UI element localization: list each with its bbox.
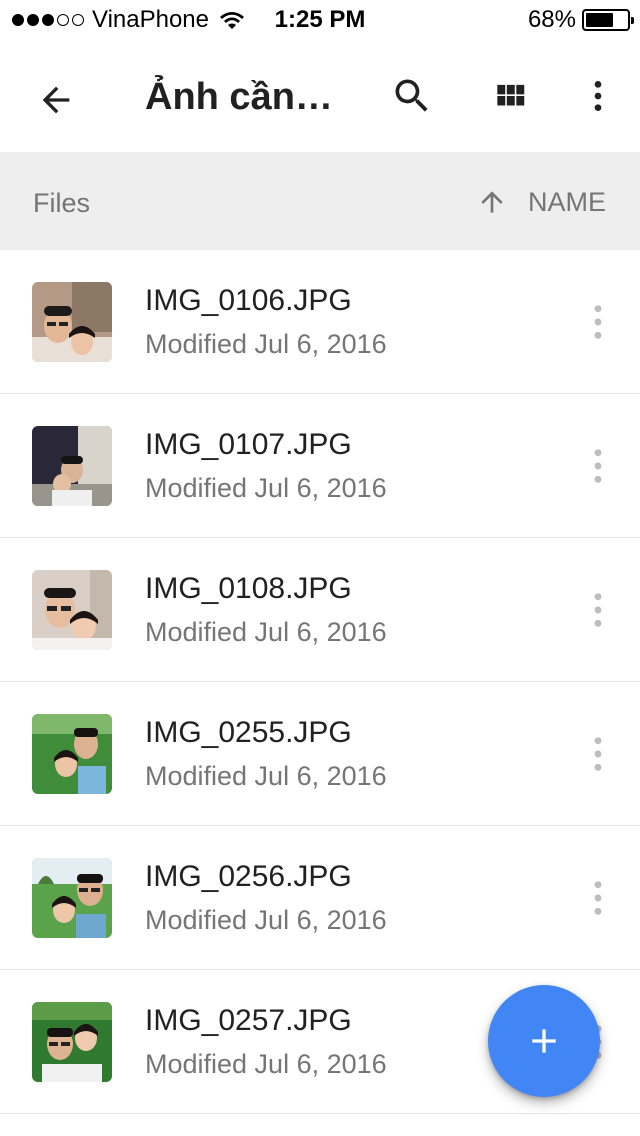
file-row[interactable]: IMG_0255.JPG Modified Jul 6, 2016 — [0, 682, 640, 826]
signal-dot — [42, 14, 54, 26]
file-modified-date: Modified Jul 6, 2016 — [145, 1049, 387, 1079]
file-more-button[interactable] — [578, 298, 618, 346]
more-vert-icon — [594, 881, 602, 915]
signal-strength-icon — [12, 14, 84, 26]
file-name: IMG_0255.JPG — [145, 716, 352, 749]
file-thumbnail — [32, 426, 112, 506]
file-name: IMG_0108.JPG — [145, 572, 352, 605]
file-name: IMG_0106.JPG — [145, 284, 352, 317]
file-row[interactable]: IMG_0107.JPG Modified Jul 6, 2016 — [0, 394, 640, 538]
sort-label: NAME — [527, 186, 606, 217]
grid-view-icon — [497, 84, 525, 106]
more-vert-icon — [594, 737, 602, 771]
battery-percent: 68% — [527, 6, 576, 33]
file-thumbnail — [32, 858, 112, 938]
file-name: IMG_0107.JPG — [145, 428, 352, 461]
file-modified-date: Modified Jul 6, 2016 — [145, 617, 387, 647]
file-more-button[interactable] — [578, 730, 618, 778]
list-header: Files NAME — [0, 152, 640, 250]
file-more-button[interactable] — [578, 442, 618, 490]
file-thumbnail — [32, 714, 112, 794]
file-name: IMG_0256.JPG — [145, 860, 352, 893]
back-button[interactable] — [30, 74, 82, 126]
search-icon — [395, 79, 428, 112]
file-modified-date: Modified Jul 6, 2016 — [145, 905, 387, 935]
wifi-icon — [220, 12, 244, 29]
app-toolbar: Ảnh cần… — [0, 40, 640, 152]
file-more-button[interactable] — [578, 874, 618, 922]
status-bar-left: VinaPhone — [12, 6, 272, 34]
file-thumbnail — [32, 282, 112, 362]
file-row[interactable]: IMG_0108.JPG Modified Jul 6, 2016 — [0, 538, 640, 682]
file-row[interactable]: IMG_0106.JPG Modified Jul 6, 2016 — [0, 250, 640, 394]
grid-view-button[interactable] — [484, 70, 536, 122]
signal-dot — [27, 14, 39, 26]
file-modified-date: Modified Jul 6, 2016 — [145, 761, 387, 791]
file-thumbnail — [32, 1002, 112, 1082]
arrow-up-icon — [481, 191, 503, 213]
file-more-button[interactable] — [578, 586, 618, 634]
file-thumbnail — [32, 570, 112, 650]
file-row[interactable]: IMG_0256.JPG Modified Jul 6, 2016 — [0, 826, 640, 970]
status-bar-right: 68% — [527, 6, 634, 34]
plus-icon — [532, 1029, 556, 1053]
overflow-menu-button[interactable] — [574, 70, 622, 122]
file-modified-date: Modified Jul 6, 2016 — [145, 473, 387, 503]
signal-dot — [57, 14, 69, 26]
battery-icon — [582, 9, 634, 31]
status-bar: VinaPhone 1:25 PM 68% — [0, 0, 640, 40]
arrow-back-icon — [42, 86, 70, 114]
more-vert-icon — [594, 449, 602, 483]
more-vert-icon — [594, 81, 602, 111]
carrier-name: VinaPhone — [92, 6, 209, 33]
search-button[interactable] — [386, 70, 438, 122]
add-fab-button[interactable] — [488, 985, 600, 1097]
sort-by-name-button[interactable]: NAME — [476, 180, 606, 224]
folder-title: Ảnh cần… — [145, 76, 333, 118]
section-label: Files — [33, 188, 91, 218]
more-vert-icon — [594, 305, 602, 339]
signal-dot — [12, 14, 24, 26]
signal-dot — [72, 14, 84, 26]
more-vert-icon — [594, 593, 602, 627]
file-name: IMG_0257.JPG — [145, 1004, 352, 1037]
battery-level-fill — [586, 13, 614, 27]
file-modified-date: Modified Jul 6, 2016 — [145, 329, 387, 359]
